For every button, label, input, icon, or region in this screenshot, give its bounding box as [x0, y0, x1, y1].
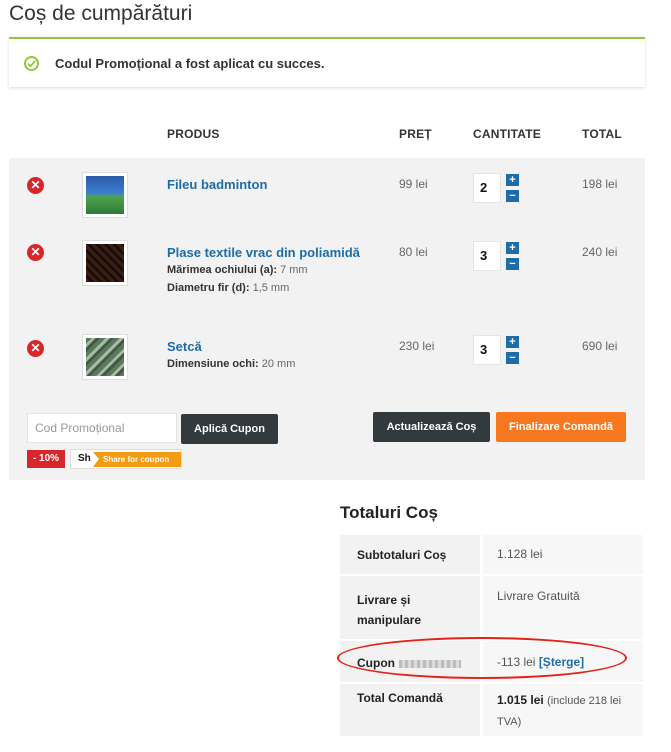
cart-actions: Cod Promoțional Aplică Cupon Actualizeaz…: [9, 400, 645, 480]
order-total-value-cell: 1.015 lei (include 218 lei TVA): [483, 684, 643, 736]
product-attribute: Diametru fir (d): 1,5 mm: [167, 282, 289, 294]
quantity-increase-button[interactable]: +: [506, 336, 519, 348]
shipping-row: Livrare și manipulare Livrare Gratuită: [340, 576, 643, 640]
product-thumbnail[interactable]: [82, 334, 128, 380]
order-total-value: 1.015 lei: [497, 693, 544, 707]
quantity-decrease-button[interactable]: −: [506, 258, 519, 270]
attribute-value: 7 mm: [280, 264, 308, 276]
quantity-input[interactable]: 3: [473, 335, 501, 365]
product-name-link[interactable]: Fileu badminton: [167, 177, 267, 192]
quantity-decrease-button[interactable]: −: [506, 352, 519, 364]
quantity-decrease-button[interactable]: −: [506, 190, 519, 202]
header-total: TOTAL: [582, 127, 622, 141]
notice-message: Codul Promoțional a fost aplicat cu succ…: [55, 56, 325, 71]
cart-table: PRODUS PREȚ CANTITATE TOTAL ✕ Fileu badm…: [9, 110, 645, 480]
order-total-row: Total Comandă 1.015 lei (include 218 lei…: [340, 684, 643, 736]
quantity-input[interactable]: 2: [473, 173, 501, 203]
product-thumbnail[interactable]: [82, 240, 128, 286]
shipping-label: Livrare și manipulare: [340, 576, 480, 639]
quantity-input[interactable]: 3: [473, 241, 501, 271]
share-for-coupon-widget[interactable]: Sh Share for coupon: [70, 449, 182, 469]
subtotal-label: Subtotaluri Coș: [340, 535, 480, 574]
product-price: 99 lei: [399, 177, 428, 191]
product-name-link[interactable]: Plase textile vrac din poliamidă: [167, 245, 360, 260]
product-price: 230 lei: [399, 339, 435, 353]
remove-item-icon[interactable]: ✕: [27, 177, 44, 194]
quantity-increase-button[interactable]: +: [506, 242, 519, 254]
apply-coupon-button[interactable]: Aplică Cupon: [181, 414, 278, 444]
line-total: 198 lei: [582, 177, 618, 191]
remove-item-icon[interactable]: ✕: [27, 340, 44, 357]
cart-totals-title: Totaluri Coș: [340, 503, 438, 522]
discount-badge: - 10%: [27, 450, 65, 468]
shipping-label-line-1: Livrare și: [357, 593, 411, 607]
share-for-coupon-button[interactable]: Share for coupon: [93, 452, 181, 467]
remove-item-icon[interactable]: ✕: [27, 244, 44, 261]
shipping-label-line-2: manipulare: [357, 613, 422, 627]
order-total-label: Total Comandă: [340, 684, 480, 736]
header-price: PREȚ: [399, 127, 432, 141]
product-thumbnail[interactable]: [82, 172, 128, 218]
table-row: ✕ Plase textile vrac din poliamidă Mărim…: [9, 226, 645, 320]
shipping-value: Livrare Gratuită: [483, 576, 643, 639]
order-total-tax-note-2: TVA): [497, 716, 522, 728]
product-attribute: Mărimea ochiului (a): 7 mm: [167, 264, 308, 276]
subtotal-row: Subtotaluri Coș 1.128 lei: [340, 535, 643, 575]
line-total: 240 lei: [582, 245, 618, 259]
attribute-label: Diametru fir (d):: [167, 282, 250, 294]
share-letters: Sh: [78, 453, 91, 464]
coupon-code-input[interactable]: Cod Promoțional: [27, 413, 177, 443]
product-price: 80 lei: [399, 245, 428, 259]
highlight-oval-annotation: [337, 637, 627, 679]
check-circle-icon: [24, 56, 39, 71]
order-total-tax-note: (include 218 lei: [547, 695, 622, 707]
update-cart-button[interactable]: Actualizează Coș: [373, 412, 490, 442]
page-title: Coș de cumpărături: [9, 2, 193, 25]
subtotal-value: 1.128 lei: [483, 535, 643, 574]
header-product: PRODUS: [167, 127, 220, 141]
quantity-increase-button[interactable]: +: [506, 174, 519, 186]
attribute-label: Mărimea ochiului (a):: [167, 264, 278, 276]
attribute-value: 1,5 mm: [252, 282, 290, 294]
line-total: 690 lei: [582, 339, 618, 353]
attribute-value: 20 mm: [261, 358, 296, 370]
attribute-label: Dimensiune ochi:: [167, 358, 259, 370]
table-header: PRODUS PREȚ CANTITATE TOTAL: [9, 110, 645, 158]
header-quantity: CANTITATE: [473, 127, 542, 141]
success-notice: Codul Promoțional a fost aplicat cu succ…: [9, 37, 645, 87]
product-attribute: Dimensiune ochi: 20 mm: [167, 358, 295, 370]
table-row: ✕ Setcă Dimensiune ochi: 20 mm 230 lei 3…: [9, 320, 645, 400]
checkout-button[interactable]: Finalizare Comandă: [496, 412, 626, 442]
table-row: ✕ Fileu badminton 99 lei 2 + − 198 lei: [9, 158, 645, 226]
product-name-link[interactable]: Setcă: [167, 339, 202, 354]
